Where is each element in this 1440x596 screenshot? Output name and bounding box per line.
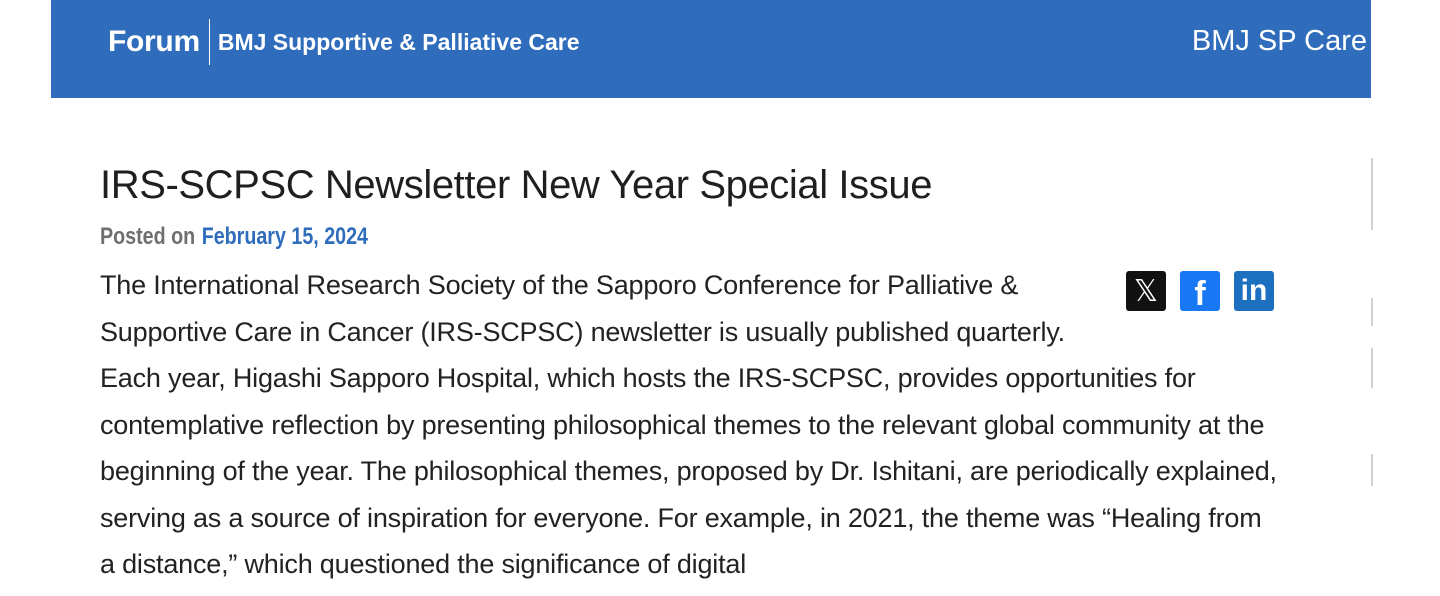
x-share-button[interactable]: 𝕏 (1126, 271, 1166, 311)
article-paragraph: The International Research Society of th… (100, 270, 1065, 347)
post-meta: Posted on February 15, 2024 (100, 220, 1068, 254)
brand-forum-text: Forum (108, 25, 200, 58)
linkedin-share-button[interactable]: in (1234, 271, 1274, 311)
share-buttons: 𝕏 f in (1126, 271, 1274, 313)
article: IRS-SCPSC Newsletter New Year Special Is… (100, 156, 1280, 588)
brand-journal-text: BMJ Supportive & Palliative Care (217, 28, 580, 55)
sidebar-edge-mark (1371, 348, 1373, 388)
sidebar-edge-mark (1371, 298, 1373, 326)
sidebar-edge (1371, 98, 1440, 596)
brand-logo[interactable]: Forum BMJ Supportive & Palliative Care (108, 19, 580, 65)
x-icon: 𝕏 (1133, 274, 1159, 308)
posted-date-link[interactable]: February 15, 2024 (202, 223, 368, 250)
posted-label: Posted on (100, 223, 196, 250)
sidebar-edge-mark (1371, 454, 1373, 486)
article-paragraph: Each year, Higashi Sapporo Hospital, whi… (100, 363, 1277, 579)
journal-link[interactable]: BMJ SP Care (1192, 25, 1367, 58)
linkedin-icon: in (1240, 274, 1268, 307)
article-body: The International Research Society of th… (100, 262, 1280, 588)
sidebar-edge-mark (1371, 158, 1373, 230)
brand-divider (208, 19, 210, 65)
site-header: Forum BMJ Supportive & Palliative Care B… (51, 0, 1371, 98)
facebook-share-button[interactable]: f (1180, 271, 1220, 313)
article-title: IRS-SCPSC Newsletter New Year Special Is… (100, 163, 933, 207)
facebook-icon: f (1194, 274, 1206, 313)
